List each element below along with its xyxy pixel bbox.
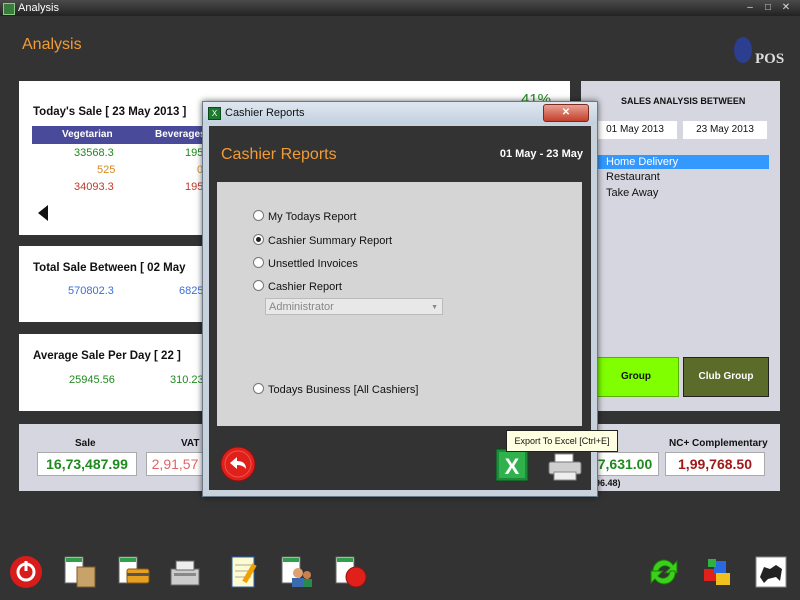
- refresh-icon[interactable]: [647, 555, 681, 589]
- logo-mark-icon: [734, 37, 752, 63]
- from-date-field[interactable]: 01 May 2013: [593, 121, 677, 139]
- dialog-title: Cashier Reports: [225, 107, 305, 119]
- cash-register-icon[interactable]: [168, 555, 202, 589]
- credit-card-icon[interactable]: [117, 555, 151, 589]
- option-take-away[interactable]: Take Away: [606, 187, 658, 199]
- previous-arrow-icon[interactable]: [37, 205, 49, 221]
- average-sale-title: Average Sale Per Day [ 22 ]: [33, 350, 181, 362]
- chevron-down-icon: ▼: [431, 304, 438, 311]
- column-header-beverages: Beverages: [155, 129, 206, 140]
- to-date-field[interactable]: 23 May 2013: [683, 121, 767, 139]
- total-sale-value: 6825: [179, 285, 204, 297]
- printer-icon[interactable]: [547, 452, 583, 482]
- cattle-icon[interactable]: [754, 555, 788, 589]
- nc-label: NC+ Complementary: [669, 438, 768, 449]
- dialog-close-button[interactable]: ✕: [543, 104, 589, 122]
- dialog-date-range: 01 May - 23 May: [499, 148, 583, 160]
- back-arrow-icon[interactable]: [220, 446, 256, 482]
- report-options-panel: My Todays Report Cashier Summary Report …: [217, 182, 582, 426]
- option-home-delivery[interactable]: Home Delivery: [593, 155, 769, 169]
- minimize-button[interactable]: –: [742, 1, 758, 14]
- sale-label: Sale: [75, 438, 96, 449]
- pos-logo: POS: [728, 33, 794, 69]
- table-cell: 525: [97, 164, 116, 176]
- total-sale-value: 570802.3: [68, 285, 114, 297]
- power-icon[interactable]: [9, 555, 43, 589]
- dialog-heading: Cashier Reports: [221, 146, 337, 163]
- option-unsettled-invoices[interactable]: Unsettled Invoices: [253, 257, 358, 271]
- page-title: Analysis: [22, 36, 82, 53]
- table-cell: 195: [185, 147, 204, 159]
- window-title-bar: Analysis – □ ✕: [0, 0, 800, 16]
- window-title: Analysis: [18, 2, 59, 14]
- average-sale-value: 310.23: [170, 374, 204, 386]
- vat-value: 2,91,57: [146, 452, 204, 476]
- notepad-icon[interactable]: [227, 555, 261, 589]
- maximize-button[interactable]: □: [760, 1, 776, 14]
- discount-sub: 96.48): [595, 478, 621, 488]
- sales-analysis-panel: SALES ANALYSIS BETWEEN 01 May 2013 23 Ma…: [581, 81, 780, 411]
- excel-small-icon: X: [208, 107, 221, 120]
- users-icon[interactable]: [280, 555, 314, 589]
- table-cell: 33568.3: [74, 147, 114, 159]
- table-cell: 195: [185, 181, 204, 193]
- app-icon: [3, 3, 15, 15]
- dialog-title-bar: X Cashier Reports ✕: [203, 102, 597, 124]
- radio-icon[interactable]: [253, 280, 264, 291]
- average-sale-value: 25945.56: [69, 374, 115, 386]
- radio-icon[interactable]: [253, 210, 264, 221]
- total-sale-title: Total Sale Between [ 02 May: [33, 262, 186, 274]
- club-group-button[interactable]: Club Group: [683, 357, 769, 397]
- option-cashier-summary-report[interactable]: Cashier Summary Report: [253, 234, 392, 248]
- logo-text: POS: [755, 51, 785, 67]
- column-header-vegetarian: Vegetarian: [62, 129, 113, 140]
- vat-label: VAT: [181, 438, 200, 449]
- cashier-select[interactable]: Administrator ▼: [265, 298, 443, 315]
- group-button[interactable]: Group: [593, 357, 679, 397]
- radio-selected-icon[interactable]: [253, 234, 264, 245]
- option-cashier-report[interactable]: Cashier Report: [253, 280, 342, 294]
- todays-sale-title: Today's Sale [ 23 May 2013 ]: [33, 106, 187, 118]
- sales-analysis-title: SALES ANALYSIS BETWEEN: [621, 96, 746, 106]
- option-restaurant[interactable]: Restaurant: [606, 171, 660, 183]
- close-button[interactable]: ✕: [778, 1, 794, 14]
- table-cell: 34093.3: [74, 181, 114, 193]
- sale-value: 16,73,487.99: [37, 452, 137, 476]
- option-todays-business[interactable]: Todays Business [All Cashiers]: [253, 383, 418, 397]
- option-my-todays-report[interactable]: My Todays Report: [253, 210, 356, 224]
- todays-sale-header: Vegetarian Beverages: [32, 126, 212, 144]
- svg-text:X: X: [505, 454, 520, 479]
- cubes-icon[interactable]: [700, 555, 734, 589]
- nc-value: 1,99,768.50: [665, 452, 765, 476]
- radio-icon[interactable]: [253, 383, 264, 394]
- export-tooltip: Export To Excel [Ctrl+E]: [506, 430, 618, 452]
- record-icon[interactable]: [334, 555, 368, 589]
- shopping-bag-icon[interactable]: [63, 555, 97, 589]
- discount-value: 7,631.00: [591, 452, 659, 476]
- radio-icon[interactable]: [253, 257, 264, 268]
- excel-export-icon[interactable]: X: [495, 448, 529, 482]
